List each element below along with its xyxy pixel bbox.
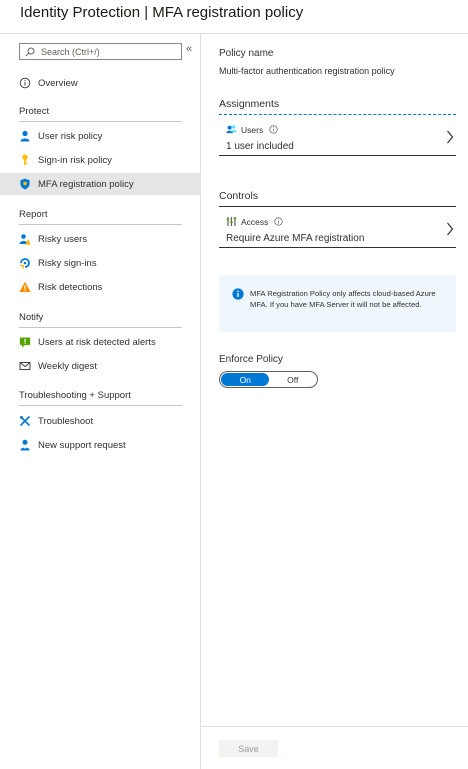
access-value: Require Azure MFA registration [226, 233, 365, 244]
users-icon [226, 125, 237, 134]
info-filled-icon [232, 288, 244, 300]
sidebar-item-users-at-risk-alerts[interactable]: Users at risk detected alerts [0, 331, 201, 353]
collapse-sidebar-icon[interactable]: « [186, 43, 192, 55]
sidebar-item-label: Troubleshoot [38, 415, 94, 427]
enforce-policy-label: Enforce Policy [219, 354, 283, 365]
controls-heading: Controls [219, 190, 456, 207]
footer-bar: Save [201, 726, 468, 769]
toggle-off-option[interactable]: Off [269, 373, 316, 386]
main-panel: Policy name Multi-factor authentication … [201, 34, 468, 769]
sidebar-item-risk-detections[interactable]: Risk detections [0, 276, 201, 298]
policy-name-label: Policy name [219, 48, 274, 59]
section-protect: Protect [19, 106, 182, 122]
sidebar-item-label: Users at risk detected alerts [38, 336, 156, 348]
sidebar: « Overview Protect User risk policy Sign… [0, 34, 201, 769]
info-message-text: MFA Registration Policy only affects clo… [250, 289, 436, 309]
blade-header: Identity Protection | MFA registration p… [0, 0, 468, 34]
info-message-bar: MFA Registration Policy only affects clo… [219, 275, 456, 332]
sidebar-item-label: Risk detections [38, 281, 103, 293]
users-warning-icon [19, 233, 31, 245]
sidebar-item-label: MFA registration policy [38, 178, 134, 190]
sidebar-item-user-risk-policy[interactable]: User risk policy [0, 125, 201, 147]
search-icon [25, 47, 35, 56]
access-controls-icon [226, 216, 237, 227]
users-selector[interactable]: Users 1 user included [219, 120, 456, 156]
sidebar-item-label: User risk policy [38, 130, 103, 142]
sidebar-item-label: New support request [38, 439, 126, 451]
search-box[interactable] [19, 43, 182, 60]
sidebar-item-new-support-request[interactable]: New support request [0, 434, 201, 456]
sidebar-item-troubleshoot[interactable]: Troubleshoot [0, 410, 201, 432]
info-circle-icon [19, 77, 31, 89]
sidebar-item-label: Risky users [38, 233, 88, 245]
wrench-icon [19, 415, 31, 427]
sidebar-item-label: Risky sign-ins [38, 257, 97, 269]
sidebar-item-overview[interactable]: Overview [0, 72, 201, 94]
support-person-icon [19, 439, 31, 451]
search-input[interactable] [41, 46, 171, 57]
sidebar-item-label: Overview [38, 77, 78, 89]
alert-message-icon [19, 336, 31, 348]
sidebar-item-risky-users[interactable]: Risky users [0, 228, 201, 250]
key-icon [19, 154, 31, 166]
section-notify: Notify [19, 312, 182, 328]
info-icon[interactable] [274, 217, 284, 226]
toggle-on-option[interactable]: On [221, 373, 270, 386]
sidebar-item-mfa-registration-policy[interactable]: MFA registration policy [0, 173, 201, 195]
chevron-right-icon [447, 130, 454, 144]
sidebar-item-risky-sign-ins[interactable]: Risky sign-ins [0, 252, 201, 274]
save-button[interactable]: Save [219, 740, 278, 757]
sidebar-item-weekly-digest[interactable]: Weekly digest [0, 355, 201, 377]
sidebar-item-label: Weekly digest [38, 360, 97, 372]
section-report: Report [19, 209, 182, 225]
enforce-policy-toggle[interactable]: On Off [219, 371, 318, 388]
users-label: Users [241, 124, 264, 135]
policy-name-value: Multi-factor authentication registration… [219, 66, 395, 76]
access-selector[interactable]: Access Require Azure MFA registration [219, 212, 456, 248]
info-icon[interactable] [269, 125, 278, 134]
assignments-heading: Assignments [219, 98, 456, 115]
section-troubleshooting-support: Troubleshooting + Support [19, 390, 182, 406]
sidebar-item-label: Sign-in risk policy [38, 154, 112, 166]
envelope-icon [19, 360, 31, 372]
signin-icon [19, 257, 31, 269]
users-value: 1 user included [226, 141, 294, 152]
user-icon [19, 130, 31, 142]
access-label: Access [241, 216, 269, 227]
chevron-right-icon [447, 222, 454, 236]
shield-icon [19, 178, 31, 190]
page-title: Identity Protection | MFA registration p… [20, 4, 304, 21]
sidebar-item-sign-in-risk-policy[interactable]: Sign-in risk policy [0, 149, 201, 171]
warning-triangle-icon [19, 281, 31, 293]
